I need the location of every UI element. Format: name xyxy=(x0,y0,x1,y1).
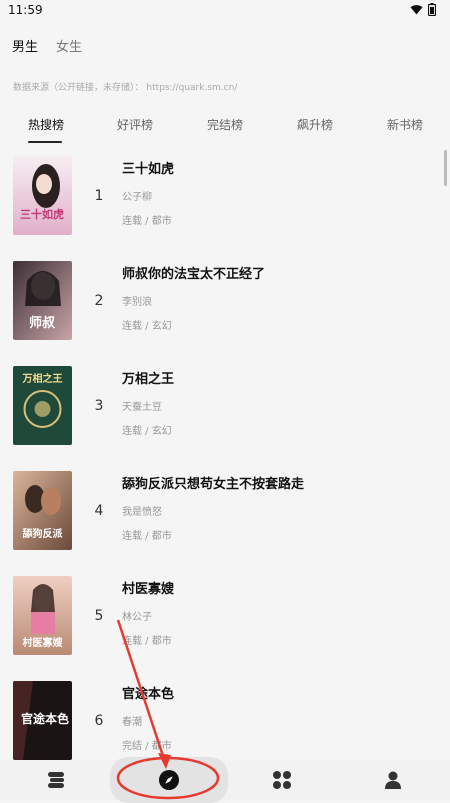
cover-text-5: 村医寡嫂 xyxy=(23,636,64,649)
book-title-4[interactable]: 舔狗反派只想苟女主不按套路走 xyxy=(122,473,304,492)
book-row-1[interactable]: 三十如虎 1 三十如虎 公子柳 连载 / 都市 xyxy=(0,152,450,252)
book-cover-3[interactable]: 万相之王 xyxy=(13,366,72,445)
book-rank-1: 1 xyxy=(94,188,104,204)
book-cover-5[interactable]: 村医寡嫂 xyxy=(13,576,72,655)
book-cover-4[interactable]: 舔狗反派 xyxy=(13,471,72,550)
book-rank-4: 4 xyxy=(94,503,104,519)
book-cover-1[interactable]: 三十如虎 xyxy=(13,156,72,235)
book-author-6: 春潮 xyxy=(122,717,142,728)
tab-rising[interactable]: 飙升榜 xyxy=(297,116,333,133)
data-source-note: 数据来源（公开链接，未存储）： https://quark.sm.cn/ xyxy=(13,83,238,93)
cover-text-6: 官途本色 xyxy=(21,711,69,726)
book-meta-4: 连载 / 都市 xyxy=(122,531,172,542)
book-meta-1: 连载 / 都市 xyxy=(122,216,172,227)
book-cover-6[interactable]: 官途本色 xyxy=(13,681,72,760)
bottom-nav xyxy=(0,757,450,803)
tab-hot-search[interactable]: 热搜榜 xyxy=(28,116,64,133)
wifi-icon xyxy=(410,4,423,18)
book-title-2[interactable]: 师叔你的法宝太不正经了 xyxy=(122,263,265,282)
book-author-1: 公子柳 xyxy=(122,192,152,203)
book-row-3[interactable]: 万相之王 3 万相之王 天蚕土豆 连载 / 玄幻 xyxy=(0,362,450,462)
book-author-5: 林公子 xyxy=(122,612,152,623)
book-cover-2[interactable]: 师叔 xyxy=(13,261,72,340)
tab-completed[interactable]: 完结榜 xyxy=(207,116,243,133)
book-author-4: 我是愤怒 xyxy=(122,507,162,518)
nav-profile[interactable] xyxy=(363,760,423,800)
book-rank-5: 5 xyxy=(94,608,104,624)
book-title-3[interactable]: 万相之王 xyxy=(122,368,174,387)
scrollbar[interactable] xyxy=(444,150,447,186)
ranking-tabs: 热搜榜 好评榜 完结榜 飙升榜 新书榜 xyxy=(0,116,450,146)
book-meta-3: 连载 / 玄幻 xyxy=(122,426,172,437)
nav-apps[interactable] xyxy=(252,760,312,800)
profile-icon xyxy=(385,771,401,789)
tab-good-reviews[interactable]: 好评榜 xyxy=(117,116,153,133)
cover-text-1: 三十如虎 xyxy=(20,207,64,221)
book-row-4[interactable]: 舔狗反派 4 舔狗反派只想苟女主不按套路走 我是愤怒 连载 / 都市 xyxy=(0,467,450,567)
tab-female[interactable]: 女生 xyxy=(56,36,82,55)
book-row-2[interactable]: 师叔 2 师叔你的法宝太不正经了 李别浪 连载 / 玄幻 xyxy=(0,257,450,357)
book-meta-2: 连载 / 玄幻 xyxy=(122,321,172,332)
status-bar: 11:59 xyxy=(0,0,450,22)
book-meta-5: 连载 / 都市 xyxy=(122,636,172,647)
cover-text-3: 万相之王 xyxy=(22,372,63,385)
apps-icon xyxy=(273,771,291,789)
book-author-3: 天蚕土豆 xyxy=(122,402,162,413)
book-title-5[interactable]: 村医寡嫂 xyxy=(122,578,174,597)
active-tab-indicator xyxy=(28,141,62,143)
nav-discover[interactable] xyxy=(139,760,199,800)
tab-new-books[interactable]: 新书榜 xyxy=(387,116,423,133)
book-title-6[interactable]: 官途本色 xyxy=(122,683,174,702)
nav-bookshelf[interactable] xyxy=(26,760,86,800)
status-time: 11:59 xyxy=(8,3,43,17)
bookshelf-icon xyxy=(48,772,64,788)
book-rank-2: 2 xyxy=(94,293,104,309)
book-row-5[interactable]: 村医寡嫂 5 村医寡嫂 林公子 连载 / 都市 xyxy=(0,572,450,672)
tab-male[interactable]: 男生 xyxy=(12,36,38,55)
battery-icon xyxy=(427,3,437,19)
book-title-1[interactable]: 三十如虎 xyxy=(122,158,174,177)
book-meta-6: 完结 / 都市 xyxy=(122,741,172,752)
cover-text-4: 舔狗反派 xyxy=(23,527,64,540)
book-author-2: 李别浪 xyxy=(122,297,152,308)
cover-text-2: 师叔 xyxy=(29,315,56,331)
book-rank-6: 6 xyxy=(94,713,104,729)
compass-icon xyxy=(159,770,179,790)
book-rank-3: 3 xyxy=(94,398,104,414)
